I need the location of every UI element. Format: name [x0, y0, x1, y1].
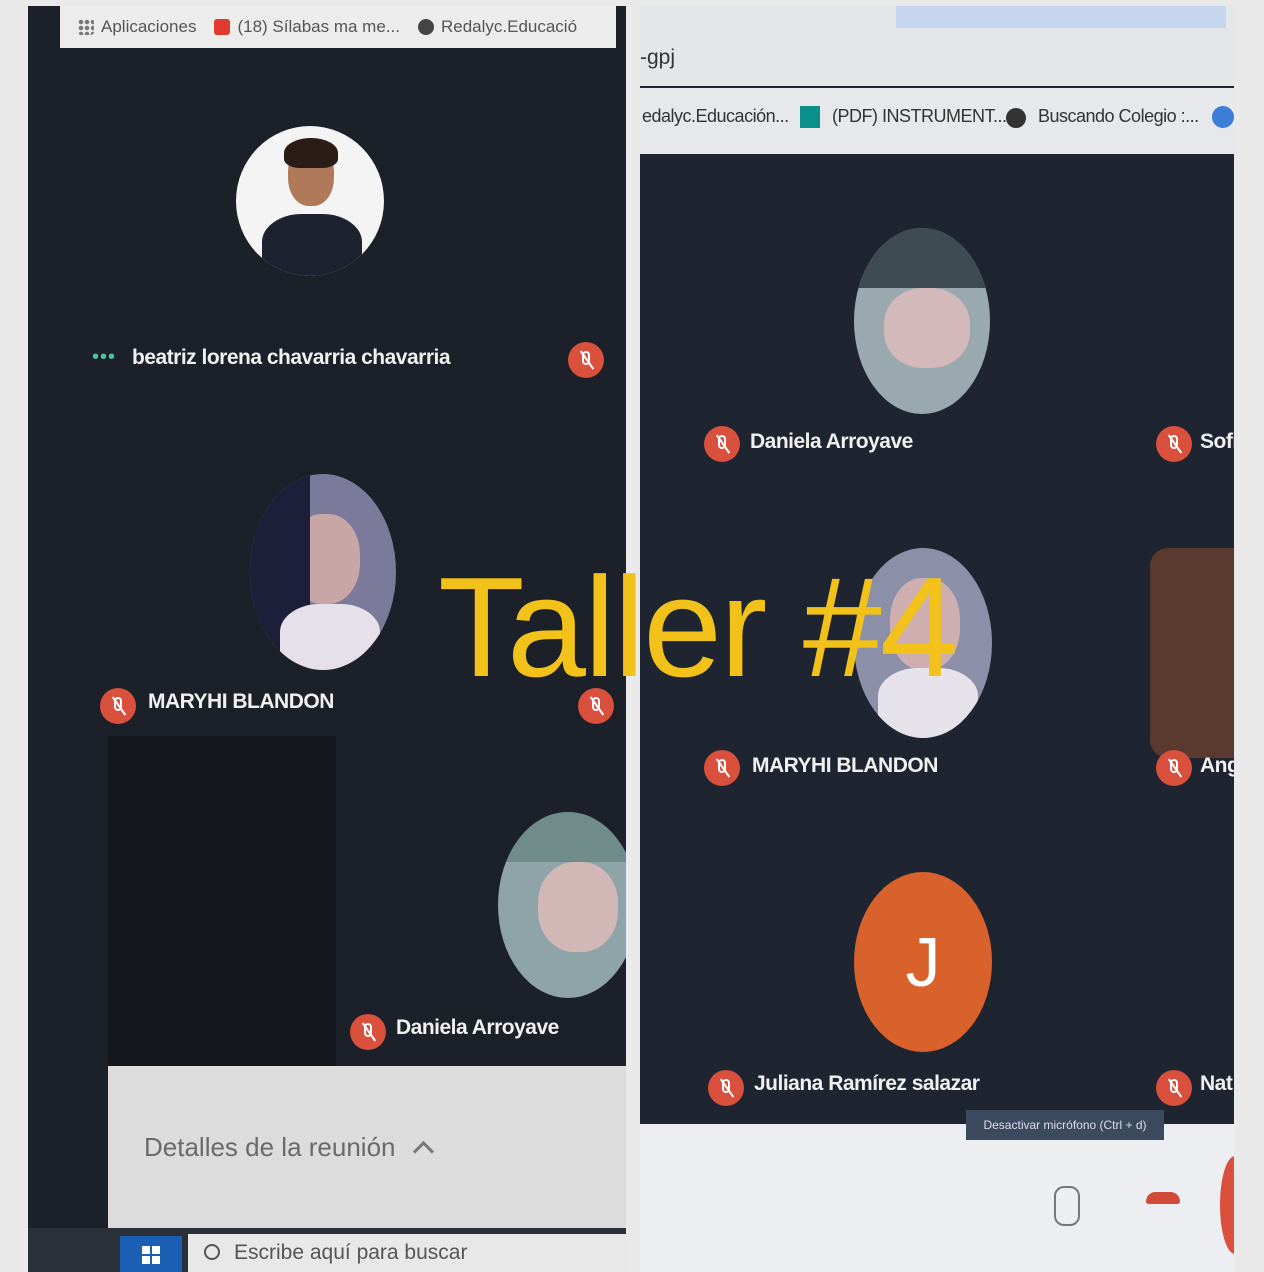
- bookmark-redalyc[interactable]: edalyc.Educación...: [642, 106, 789, 127]
- search-placeholder: Escribe aquí para buscar: [234, 1241, 468, 1264]
- participant-name: MARYHI BLANDON: [752, 754, 938, 777]
- url-text[interactable]: -gpj: [640, 46, 675, 70]
- taskbar-search-input[interactable]: Escribe aquí para buscar: [188, 1234, 626, 1272]
- browser-tab-strip: [896, 6, 1226, 28]
- bookmark-youtube[interactable]: (18) Sílabas ma me...: [214, 17, 400, 37]
- muted-mic-icon: [100, 688, 136, 724]
- globe-icon: [417, 19, 434, 35]
- chevron-up-icon: [412, 1140, 434, 1163]
- muted-mic-icon: [1156, 1070, 1192, 1106]
- cursor-hand-icon: [1054, 1186, 1080, 1226]
- participant-name: Nat: [1200, 1072, 1233, 1095]
- bookmark-label: (18) Sílabas ma me...: [237, 17, 400, 36]
- bookmark-label: Redalyc.Educació: [440, 17, 578, 36]
- muted-mic-icon: [350, 1014, 386, 1050]
- bookmark-buscando-colegio[interactable]: Buscando Colegio :...: [1038, 106, 1199, 127]
- hang-up-icon[interactable]: [1146, 1192, 1180, 1204]
- avatar-beatriz: [236, 126, 384, 276]
- avatar-daniela: [854, 228, 990, 414]
- participant-name: beatriz lorena chavarria chavarria: [132, 346, 451, 369]
- meeting-details-toggle[interactable]: Detalles de la reunión: [144, 1132, 434, 1163]
- participant-name: Daniela Arroyave: [750, 430, 913, 453]
- participant-name: MARYHI BLANDON: [148, 690, 334, 713]
- windows-taskbar: Escribe aquí para buscar: [28, 1228, 626, 1272]
- participant-name: Sofi: [1200, 430, 1234, 453]
- muted-mic-icon: [704, 750, 740, 786]
- participant-name: Juliana Ramírez salazar: [754, 1072, 980, 1095]
- muted-mic-icon: [704, 426, 740, 462]
- youtube-icon: [214, 19, 231, 35]
- browser-url-bar: -gpj: [640, 6, 1234, 86]
- meeting-details-label: Detalles de la reunión: [144, 1132, 396, 1162]
- muted-mic-icon: [1156, 750, 1192, 786]
- overlay-title: Taller #4: [438, 548, 959, 707]
- chrome-icon: [1212, 106, 1234, 128]
- bookmarks-bar: Aplicaciones (18) Sílabas ma me... Redal…: [60, 6, 616, 48]
- video-tile-camera: [1150, 548, 1234, 758]
- avatar-maryhi: [250, 474, 396, 670]
- muted-mic-icon: [568, 342, 604, 378]
- bookmark-pdf-instrument[interactable]: (PDF) INSTRUMENT...: [832, 106, 1007, 127]
- participant-name: Daniela Arroyave: [396, 1016, 559, 1039]
- speaking-indicator-icon: •••: [92, 346, 117, 368]
- researchgate-icon: [800, 106, 820, 128]
- bookmark-label: Aplicaciones: [101, 17, 197, 36]
- muted-mic-icon: [1156, 426, 1192, 462]
- video-tile-off: [108, 736, 336, 1076]
- windows-start-icon[interactable]: [120, 1236, 182, 1272]
- avatar-daniela: [498, 812, 626, 998]
- participant-name: Ang: [1200, 754, 1234, 777]
- apps-grid-icon: [78, 19, 94, 35]
- mute-tooltip: Desactivar micrófono (Ctrl + d): [966, 1110, 1164, 1140]
- globe-icon: [1006, 108, 1026, 128]
- bookmark-apps[interactable]: Aplicaciones: [78, 17, 196, 37]
- avatar-initial-j: J: [854, 872, 992, 1052]
- meeting-controls-bar: [640, 1124, 1234, 1272]
- muted-mic-icon: [708, 1070, 744, 1106]
- bookmark-redalyc[interactable]: Redalyc.Educació: [417, 17, 578, 37]
